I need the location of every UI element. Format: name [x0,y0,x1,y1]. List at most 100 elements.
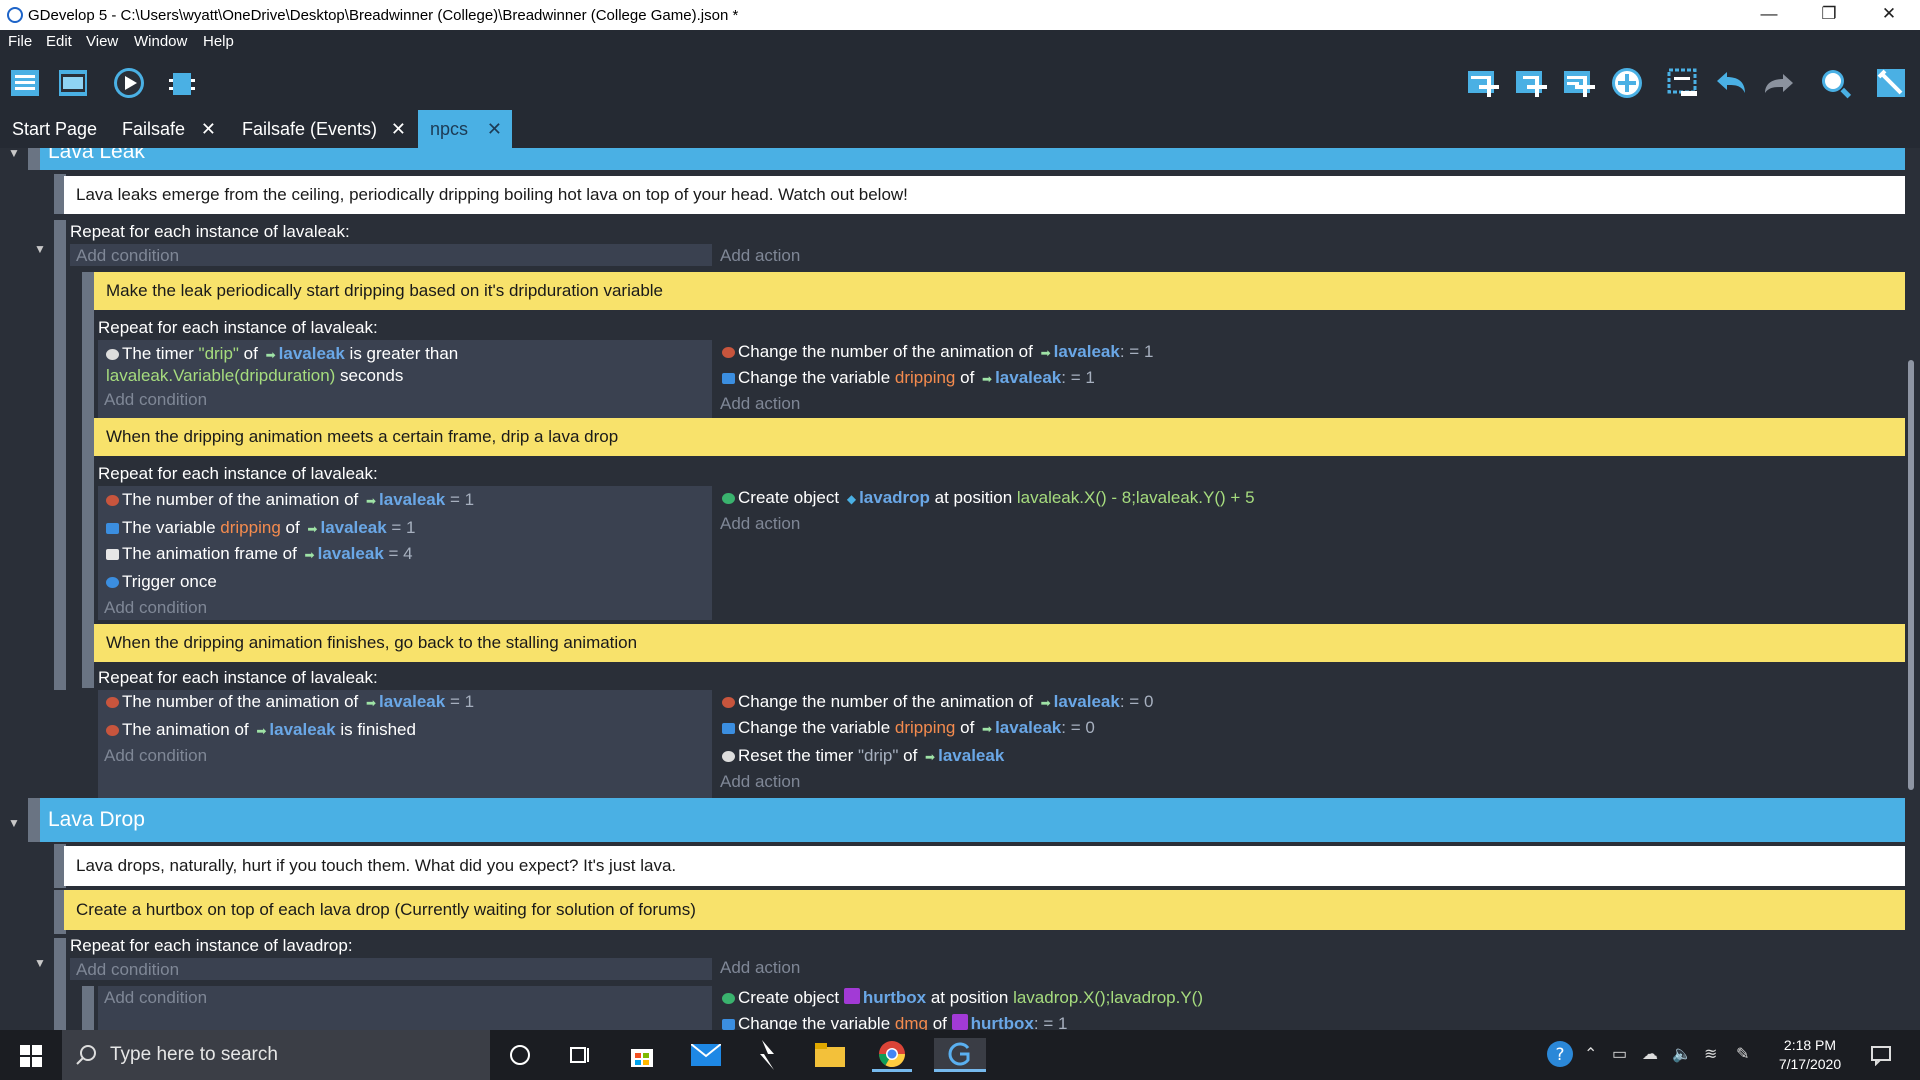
menu-view[interactable]: View [86,33,118,50]
condition-trigger-once[interactable]: Trigger once [106,572,217,592]
close-tab-icon[interactable]: ✕ [391,110,406,148]
trigger-once-icon [106,577,119,588]
comment[interactable]: Create a hurtbox on top of each lava dro… [64,890,1905,930]
clock-date: 7/17/2020 [1778,1056,1842,1072]
comment[interactable]: Lava leaks emerge from the ceiling, peri… [64,176,1905,214]
action-create-object[interactable]: Create object hurtbox at position lavadr… [722,988,1203,1008]
action-create-object[interactable]: Create object ◆ lavadrop at position lava… [722,488,1255,508]
vertical-scrollbar[interactable] [1908,360,1914,790]
search-icon [76,1045,96,1065]
action-change-variable[interactable]: Change the variable dmg of hurtbox: = 1 [722,1014,1067,1030]
animation-icon [722,697,735,708]
onedrive-icon[interactable]: ☁ [1642,1044,1658,1064]
comment[interactable]: When the dripping animation meets a cert… [94,418,1905,456]
menu-file[interactable]: File [8,33,32,50]
maximize-button[interactable]: ❐ [1800,0,1858,30]
group-title: Lava Drop [48,808,145,831]
tab-label: npcs [430,119,469,139]
create-object-icon [722,993,735,1004]
chrome-icon[interactable] [872,1038,912,1072]
comment[interactable]: When the dripping animation finishes, go… [94,624,1905,662]
collapse-arrow-icon[interactable]: ▼ [8,148,20,160]
tab-failsafe[interactable]: Failsafe ✕ [110,110,226,148]
condition-animation-finished[interactable]: The animation of ➡ lavaleak is finished [106,720,416,740]
taskbar-search-box[interactable]: Type here to search [62,1030,490,1080]
file-explorer-icon[interactable] [810,1038,850,1072]
wifi-icon[interactable]: ≋ [1704,1044,1717,1064]
add-condition-link[interactable]: Add condition [104,598,207,618]
add-event-button[interactable] [1464,64,1502,102]
add-condition-link[interactable]: Add condition [76,246,179,266]
condition-animation-frame[interactable]: The animation frame of ➡ lavaleak = 4 [106,544,413,564]
app-icon[interactable] [748,1038,788,1072]
gdevelop-taskbar-icon[interactable] [934,1038,986,1072]
search-button[interactable] [1816,64,1854,102]
add-condition-link[interactable]: Add condition [104,988,207,1008]
comment[interactable]: Lava drops, naturally, hurt if you touch… [64,846,1905,886]
pen-icon[interactable]: ✎ [1736,1044,1749,1064]
action-reset-timer[interactable]: Reset the timer "drip" of ➡ lavaleak [722,746,1004,766]
close-tab-icon[interactable]: ✕ [487,110,502,148]
tab-start-page[interactable]: Start Page [0,110,110,148]
tab-label: Start Page [12,119,98,139]
cortana-icon[interactable] [500,1038,540,1072]
scene-button[interactable] [54,64,92,102]
minimize-button[interactable]: — [1740,0,1798,30]
delete-button[interactable] [1664,64,1702,102]
add-condition-link[interactable]: Add condition [76,960,179,980]
close-button[interactable]: ✕ [1860,0,1918,30]
system-clock[interactable]: 2:18 PM 7/17/2020 [1770,1036,1850,1074]
action-change-variable[interactable]: Change the variable dripping of ➡ lavalea… [722,368,1095,388]
collapse-arrow-icon[interactable]: ▼ [8,816,20,830]
undo-button[interactable] [1712,64,1750,102]
notification-icon[interactable] [1870,1044,1892,1071]
project-manager-button[interactable] [6,64,44,102]
play-icon [114,68,144,98]
mail-icon[interactable] [686,1038,726,1072]
window-title: GDevelop 5 - C:\Users\wyatt\OneDrive\Des… [28,7,739,24]
show-hidden-icons-icon[interactable]: ⌃ [1584,1044,1597,1064]
group-lava-leak[interactable]: Lava Leak [28,148,1905,170]
add-subevent-button[interactable] [1512,64,1550,102]
redo-button[interactable] [1760,64,1798,102]
menu-window[interactable]: Window [134,33,187,50]
add-action-link[interactable]: Add action [720,514,800,534]
action-change-variable[interactable]: Change the variable dripping of ➡ lavalea… [722,718,1095,738]
add-action-link[interactable]: Add action [720,246,800,266]
add-action-link[interactable]: Add action [720,394,800,414]
task-view-icon[interactable] [560,1038,600,1072]
add-action-link[interactable]: Add action [720,958,800,978]
group-lava-drop[interactable]: Lava Drop [28,798,1905,842]
add-action-link[interactable]: Add action [720,772,800,792]
tab-label: Failsafe (Events) [242,119,378,139]
add-button[interactable] [1608,64,1646,102]
action-change-animation[interactable]: Change the number of the animation of ➡ l… [722,342,1153,362]
repeat-header: Repeat for each instance of lavadrop: [70,936,353,955]
settings-button[interactable] [1872,64,1910,102]
group-title: Lava Leak [48,148,145,163]
tab-npcs[interactable]: npcs ✕ [418,110,512,148]
store-icon[interactable] [622,1038,662,1072]
close-tab-icon[interactable]: ✕ [201,110,216,148]
debug-button[interactable] [162,64,200,102]
condition-variable[interactable]: The variable dripping of ➡ lavaleak = 1 [106,518,416,538]
timer-icon [722,751,735,762]
condition-animation-number[interactable]: The number of the animation of ➡ lavaleak… [106,692,474,712]
comment[interactable]: Make the leak periodically start drippin… [94,272,1905,310]
help-icon[interactable]: ? [1546,1040,1574,1073]
action-change-animation[interactable]: Change the number of the animation of ➡ l… [722,692,1153,712]
windows-start-icon[interactable] [20,1045,42,1067]
tab-failsafe-events[interactable]: Failsafe (Events) ✕ [230,110,416,148]
condition-animation-number[interactable]: The number of the animation of ➡ lavaleak… [106,490,474,510]
menu-help[interactable]: Help [203,33,234,50]
volume-icon[interactable]: 🔈 [1672,1044,1692,1064]
add-condition-link[interactable]: Add condition [104,746,207,766]
menu-edit[interactable]: Edit [46,33,72,50]
collapse-arrow-icon[interactable]: ▼ [34,956,46,970]
add-condition-link[interactable]: Add condition [104,390,207,410]
preview-button[interactable] [110,64,148,102]
collapse-arrow-icon[interactable]: ▼ [34,242,46,256]
add-comment-button[interactable] [1560,64,1598,102]
battery-icon[interactable]: ▭ [1612,1044,1627,1064]
condition-timer[interactable]: The timer "drip" of ➡ lavaleak is greater… [106,344,458,364]
